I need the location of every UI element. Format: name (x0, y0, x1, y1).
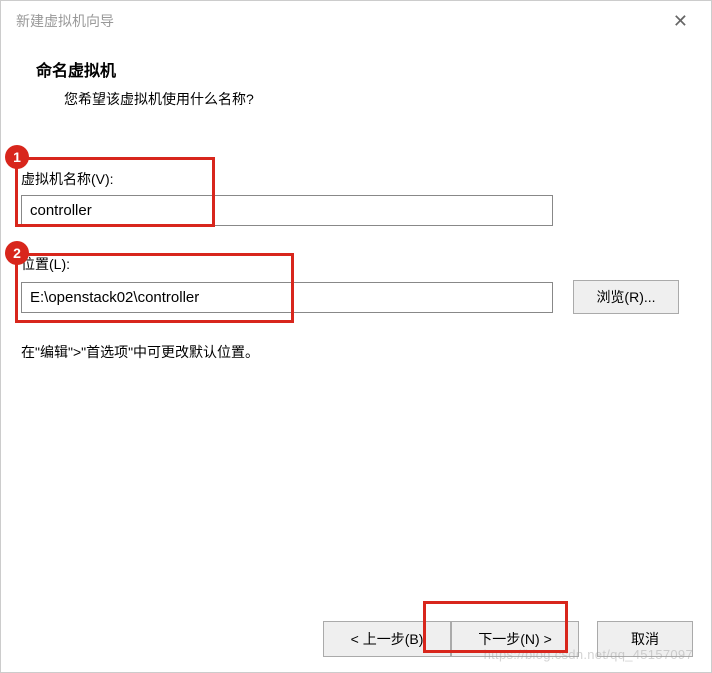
close-icon[interactable]: ✕ (665, 7, 696, 36)
back-button[interactable]: < 上一步(B) (323, 621, 451, 657)
vm-name-label: 虚拟机名称(V): (21, 169, 691, 189)
next-button[interactable]: 下一步(N) > (451, 621, 579, 657)
titlebar: 新建虚拟机向导 ✕ (1, 1, 711, 41)
browse-button[interactable]: 浏览(R)... (573, 280, 679, 314)
cancel-button[interactable]: 取消 (597, 621, 693, 657)
button-bar: < 上一步(B) 下一步(N) > 取消 (1, 606, 711, 672)
annotation-badge-2: 2 (5, 241, 29, 265)
vm-name-group: 虚拟机名称(V): (21, 169, 691, 226)
wizard-window: 新建虚拟机向导 ✕ 命名虚拟机 您希望该虚拟机使用什么名称? 虚拟机名称(V):… (0, 0, 712, 673)
window-title: 新建虚拟机向导 (16, 11, 114, 31)
wizard-header: 命名虚拟机 您希望该虚拟机使用什么名称? (1, 41, 711, 129)
vm-name-input[interactable] (21, 195, 553, 226)
annotation-badge-1: 1 (5, 145, 29, 169)
wizard-content: 虚拟机名称(V): 位置(L): 浏览(R)... 在"编辑">"首选项"中可更… (1, 129, 711, 382)
location-input[interactable] (21, 282, 553, 313)
location-row: 浏览(R)... (21, 280, 691, 314)
location-label: 位置(L): (21, 254, 691, 274)
page-subtitle: 您希望该虚拟机使用什么名称? (36, 89, 676, 109)
hint-text: 在"编辑">"首选项"中可更改默认位置。 (21, 342, 691, 362)
page-title: 命名虚拟机 (36, 57, 676, 81)
location-group: 位置(L): 浏览(R)... (21, 254, 691, 314)
